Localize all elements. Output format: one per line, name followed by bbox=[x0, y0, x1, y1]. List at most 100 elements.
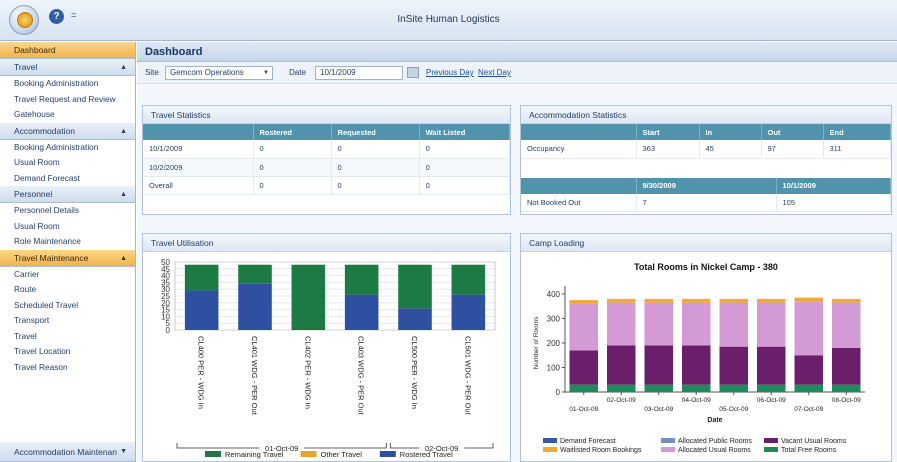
sidebar-item-personnel-details[interactable]: Personnel Details bbox=[0, 203, 135, 219]
x-tick-label: CL400 PER - WDG In bbox=[197, 336, 206, 409]
sidebar-item-scheduled-travel[interactable]: Scheduled Travel bbox=[0, 298, 135, 314]
legend-swatch bbox=[764, 438, 778, 443]
bar bbox=[644, 302, 673, 346]
y-tick-label: 100 bbox=[547, 364, 561, 373]
sidebar-item-travel-reason[interactable]: Travel Reason bbox=[0, 360, 135, 376]
sidebar-item-usual-room[interactable]: Usual Room bbox=[0, 155, 135, 171]
bar bbox=[398, 308, 432, 330]
x-tick-label: 07-Oct-09 bbox=[794, 406, 823, 413]
x-tick-label: 01-Oct-09 bbox=[569, 406, 598, 413]
sidebar-item-route[interactable]: Route bbox=[0, 282, 135, 298]
x-tick-label: 02-Oct-09 bbox=[607, 397, 636, 404]
next-day-link[interactable]: Next Day bbox=[478, 68, 511, 77]
legend-swatch bbox=[661, 447, 675, 452]
collapse-icon[interactable]: ▲ bbox=[120, 59, 127, 76]
table-cell: Overall bbox=[143, 176, 254, 195]
sidebar-section-travel-maintenance[interactable]: Travel Maintenance ▲ bbox=[0, 249, 135, 267]
sidebar-section-label: Personnel bbox=[14, 189, 53, 199]
table-cell: Occupancy bbox=[521, 140, 637, 159]
sidebar-item-gatehouse[interactable]: Gatehouse bbox=[0, 107, 135, 123]
sidebar-item-booking-administration[interactable]: Booking Administration bbox=[0, 76, 135, 92]
column-header bbox=[143, 124, 254, 140]
main-content: Dashboard Site Gemcom Operations ▼ Date 1… bbox=[137, 42, 897, 462]
sidebar-item-carrier[interactable]: Carrier bbox=[0, 267, 135, 283]
column-header: Start bbox=[636, 124, 700, 140]
previous-day-link[interactable]: Previous Day bbox=[426, 68, 474, 77]
y-axis-label: Number of Rooms bbox=[533, 316, 540, 369]
bar bbox=[569, 300, 598, 304]
camp-loading-panel: Camp Loading Total Rooms in Nickel Camp … bbox=[520, 233, 892, 462]
table-cell: 0 bbox=[331, 176, 420, 195]
bar bbox=[719, 346, 748, 385]
bar bbox=[607, 298, 636, 303]
legend-label: Rostered Travel bbox=[400, 450, 453, 459]
column-header: Out bbox=[761, 124, 824, 140]
travel-utilisation-panel: Travel Utilisation 0 5 10 15 20 25 30 35 40 45 50 C… bbox=[142, 233, 511, 462]
collapse-icon[interactable]: ▲ bbox=[120, 186, 127, 203]
occupancy-table: Start In Out End Occupancy 363 45 97 311 bbox=[521, 124, 891, 159]
bar bbox=[794, 301, 823, 356]
sidebar-section-label: Accommodation bbox=[14, 125, 75, 136]
column-header: Rostered bbox=[253, 124, 332, 140]
expand-icon[interactable]: ▼ bbox=[120, 442, 127, 462]
bar bbox=[757, 298, 786, 303]
bar bbox=[832, 298, 861, 303]
column-header bbox=[521, 124, 637, 140]
window-title: InSite Human Logistics bbox=[397, 14, 500, 25]
table-cell: 0 bbox=[331, 140, 420, 159]
collapse-icon[interactable]: ▲ bbox=[120, 250, 127, 267]
bar bbox=[682, 345, 711, 385]
x-tick-label: CL501 WDG - PER Out bbox=[463, 336, 472, 416]
date-input[interactable]: 10/1/2009 bbox=[315, 66, 403, 80]
sidebar-item-travel-location[interactable]: Travel Location bbox=[0, 344, 135, 360]
sidebar-item-accom-booking-administration[interactable]: Booking Administration bbox=[0, 140, 135, 156]
sidebar-section-travel[interactable]: Travel ▲ bbox=[0, 59, 135, 76]
sidebar-section-accommodation[interactable]: Accommodation ▲ bbox=[0, 122, 135, 140]
legend-swatch bbox=[300, 451, 317, 457]
bar bbox=[238, 264, 272, 284]
sidebar-section-label: Travel Maintenance bbox=[14, 252, 89, 263]
column-header: 9/30/2009 bbox=[636, 177, 777, 194]
bar bbox=[238, 283, 272, 330]
legend-swatch bbox=[205, 451, 221, 457]
panel-title: Accommodation Statistics bbox=[521, 106, 891, 124]
bar bbox=[794, 384, 823, 392]
travel-statistics-table: Rostered Requested Wait Listed 10/1/2009… bbox=[143, 124, 511, 195]
table-header-row: Rostered Requested Wait Listed bbox=[143, 124, 511, 140]
site-select[interactable]: Gemcom Operations ▼ bbox=[165, 66, 273, 80]
bar bbox=[569, 350, 598, 385]
sidebar-section-personnel[interactable]: Personnel ▲ bbox=[0, 186, 135, 203]
chart-title: Total Rooms in Nickel Camp - 380 bbox=[634, 262, 778, 272]
bar bbox=[569, 303, 598, 351]
sidebar-item-transport[interactable]: Transport bbox=[0, 313, 135, 329]
bar bbox=[644, 298, 673, 303]
collapse-icon[interactable]: ▲ bbox=[120, 123, 127, 140]
sidebar-section-accommodation-maintenance[interactable]: Accommodation Maintenan ▼ bbox=[0, 442, 135, 462]
calendar-icon[interactable] bbox=[407, 67, 419, 78]
x-tick-label: 04-Oct-09 bbox=[682, 397, 711, 404]
legend-label: Other Travel bbox=[321, 450, 363, 459]
legend-label: Waitlisted Room Bookings bbox=[560, 447, 642, 454]
table-cell: 311 bbox=[823, 140, 891, 159]
column-header: 10/1/2009 bbox=[776, 177, 891, 194]
table-cell: 0 bbox=[253, 158, 332, 177]
bar bbox=[757, 346, 786, 385]
sidebar-item-travel[interactable]: Travel bbox=[0, 329, 135, 345]
sidebar-item-travel-request[interactable]: Travel Request and Review bbox=[0, 92, 135, 108]
bar bbox=[644, 384, 673, 392]
travel-statistics-panel: Travel Statistics Rostered Requested Wai… bbox=[142, 105, 511, 215]
legend-label: Allocated Public Rooms bbox=[678, 438, 752, 445]
sidebar-item-role-maintenance[interactable]: Role Maintenance bbox=[0, 234, 135, 250]
sidebar-section-dashboard[interactable]: Dashboard bbox=[0, 42, 135, 59]
sidebar-item-demand-forecast[interactable]: Demand Forecast bbox=[0, 171, 135, 187]
sidebar-item-personnel-usual-room[interactable]: Usual Room bbox=[0, 219, 135, 235]
bar bbox=[757, 302, 786, 347]
legend-label: Remaining Travel bbox=[225, 450, 284, 459]
x-axis-label: Date bbox=[707, 417, 722, 424]
site-select-value: Gemcom Operations bbox=[170, 68, 244, 77]
x-tick-label: 05-Oct-09 bbox=[719, 406, 748, 413]
legend-swatch bbox=[764, 447, 778, 452]
table-row: 10/2/2009 0 0 0 bbox=[143, 158, 511, 177]
bar bbox=[569, 384, 598, 392]
x-tick-label: CL401 WDG - PER Out bbox=[250, 336, 259, 416]
